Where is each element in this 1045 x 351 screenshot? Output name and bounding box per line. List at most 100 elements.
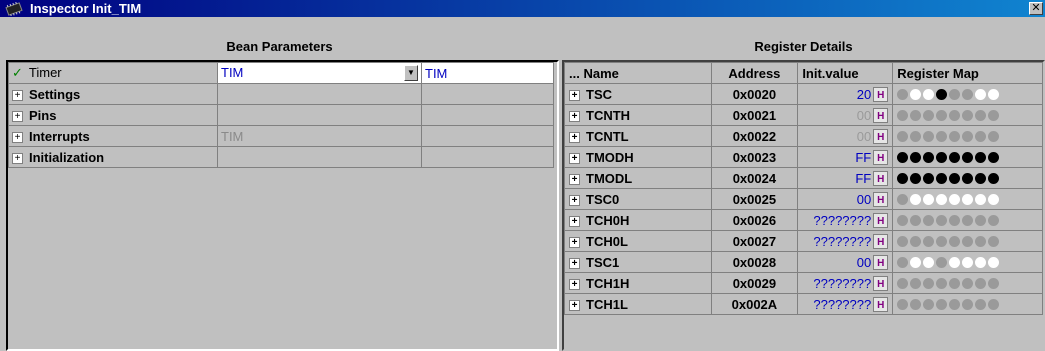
register-bit[interactable] (897, 277, 909, 289)
hex-format-badge[interactable]: H (873, 233, 889, 249)
bean-parameter-value-cell[interactable] (217, 104, 422, 126)
expand-icon[interactable]: + (569, 257, 580, 269)
hex-format-badge[interactable]: H (873, 212, 889, 228)
register-bit[interactable] (988, 88, 1000, 100)
register-row[interactable]: + TCNTH 0x0021 00 H (564, 104, 1043, 126)
register-bit[interactable] (962, 109, 974, 121)
register-init-cell[interactable]: ???????? H (797, 272, 894, 294)
hex-format-badge[interactable]: H (873, 86, 889, 102)
expand-icon[interactable]: + (569, 152, 580, 164)
hex-format-badge[interactable]: H (873, 170, 889, 186)
column-header-register-map[interactable]: Register Map (892, 62, 1043, 84)
register-bit[interactable] (897, 256, 909, 268)
register-bit[interactable] (936, 172, 948, 184)
bean-parameter-row[interactable]: + Interrupts TIM (8, 125, 554, 147)
register-bit[interactable] (923, 298, 935, 310)
register-row[interactable]: + TSC0 0x0025 00 H (564, 188, 1043, 210)
register-bit[interactable] (949, 193, 961, 205)
register-bit[interactable] (975, 193, 987, 205)
bean-parameter-row[interactable]: + Initialization (8, 146, 554, 168)
register-bit[interactable] (936, 235, 948, 247)
register-bit[interactable] (923, 109, 935, 121)
bean-parameter-value-cell[interactable] (217, 83, 422, 105)
register-bit[interactable] (988, 172, 1000, 184)
register-bit[interactable] (936, 193, 948, 205)
register-bit[interactable] (936, 298, 948, 310)
register-row[interactable]: + TMODH 0x0023 FF H (564, 146, 1043, 168)
dropdown-arrow-icon[interactable]: ▼ (404, 65, 418, 81)
register-bit[interactable] (910, 214, 922, 226)
register-name-cell[interactable]: + TSC0 (564, 188, 712, 210)
register-bit[interactable] (910, 109, 922, 121)
register-name-cell[interactable]: + TMODL (564, 167, 712, 189)
register-bit[interactable] (897, 172, 909, 184)
bean-parameter-name-cell[interactable]: + Interrupts (8, 125, 218, 147)
register-bit[interactable] (975, 109, 987, 121)
register-bit[interactable] (910, 172, 922, 184)
register-bit[interactable] (910, 298, 922, 310)
bean-parameter-value-cell[interactable]: TIM (217, 125, 422, 147)
register-bit[interactable] (910, 235, 922, 247)
register-bit[interactable] (988, 298, 1000, 310)
register-bit[interactable] (910, 151, 922, 163)
register-bit[interactable] (988, 277, 1000, 289)
register-row[interactable]: + TSC 0x0020 20 H (564, 83, 1043, 105)
expand-icon[interactable]: + (569, 278, 580, 290)
register-name-cell[interactable]: + TCH1H (564, 272, 712, 294)
hex-format-badge[interactable]: H (873, 107, 889, 123)
register-bit[interactable] (975, 235, 987, 247)
register-init-cell[interactable]: FF H (797, 146, 894, 168)
expand-icon[interactable]: + (569, 110, 580, 122)
register-bit[interactable] (949, 109, 961, 121)
register-bit[interactable] (988, 109, 1000, 121)
register-row[interactable]: + TSC1 0x0028 00 H (564, 251, 1043, 273)
register-bit[interactable] (936, 256, 948, 268)
expand-icon[interactable]: + (569, 89, 580, 101)
bean-parameter-row[interactable]: ✓ Timer TIM ▼ TIM (8, 62, 554, 84)
expand-icon[interactable]: + (12, 110, 23, 122)
register-row[interactable]: + TCH0H 0x0026???????? H (564, 209, 1043, 231)
register-init-cell[interactable]: 00 H (797, 188, 894, 210)
register-bit[interactable] (923, 277, 935, 289)
register-row[interactable]: + TCH1H 0x0029???????? H (564, 272, 1043, 294)
bean-parameter-name-cell[interactable]: + Settings (8, 83, 218, 105)
close-button[interactable]: ✕ (1029, 2, 1043, 15)
expand-icon[interactable]: + (12, 152, 23, 164)
register-bit[interactable] (936, 130, 948, 142)
register-bit[interactable] (975, 130, 987, 142)
register-bit[interactable] (936, 151, 948, 163)
hex-format-badge[interactable]: H (873, 128, 889, 144)
register-init-cell[interactable]: 00 H (797, 125, 894, 147)
hex-format-badge[interactable]: H (873, 296, 889, 312)
register-bit[interactable] (975, 277, 987, 289)
register-bit[interactable] (962, 298, 974, 310)
expand-icon[interactable]: + (569, 173, 580, 185)
register-name-cell[interactable]: + TCH0L (564, 230, 712, 252)
register-bit[interactable] (962, 235, 974, 247)
register-bit[interactable] (897, 109, 909, 121)
expand-icon[interactable]: + (569, 194, 580, 206)
register-bit[interactable] (962, 151, 974, 163)
register-bit[interactable] (962, 130, 974, 142)
hex-format-badge[interactable]: H (873, 254, 889, 270)
expand-icon[interactable]: + (569, 215, 580, 227)
bean-parameter-row[interactable]: + Settings (8, 83, 554, 105)
register-bit[interactable] (910, 193, 922, 205)
register-bit[interactable] (988, 130, 1000, 142)
register-bit[interactable] (975, 172, 987, 184)
register-bit[interactable] (936, 88, 948, 100)
register-bit[interactable] (949, 214, 961, 226)
register-name-cell[interactable]: + TCNTL (564, 125, 712, 147)
register-row[interactable]: + TCNTL 0x0022 00 H (564, 125, 1043, 147)
register-bit[interactable] (962, 88, 974, 100)
register-init-cell[interactable]: 00 H (797, 251, 894, 273)
register-bit[interactable] (923, 256, 935, 268)
register-name-cell[interactable]: + TCH0H (564, 209, 712, 231)
register-bit[interactable] (949, 172, 961, 184)
register-bit[interactable] (936, 277, 948, 289)
bean-parameter-name-cell[interactable]: + Initialization (8, 146, 218, 168)
register-bit[interactable] (910, 130, 922, 142)
register-init-cell[interactable]: 20 H (797, 83, 894, 105)
register-bit[interactable] (975, 88, 987, 100)
register-bit[interactable] (988, 256, 1000, 268)
